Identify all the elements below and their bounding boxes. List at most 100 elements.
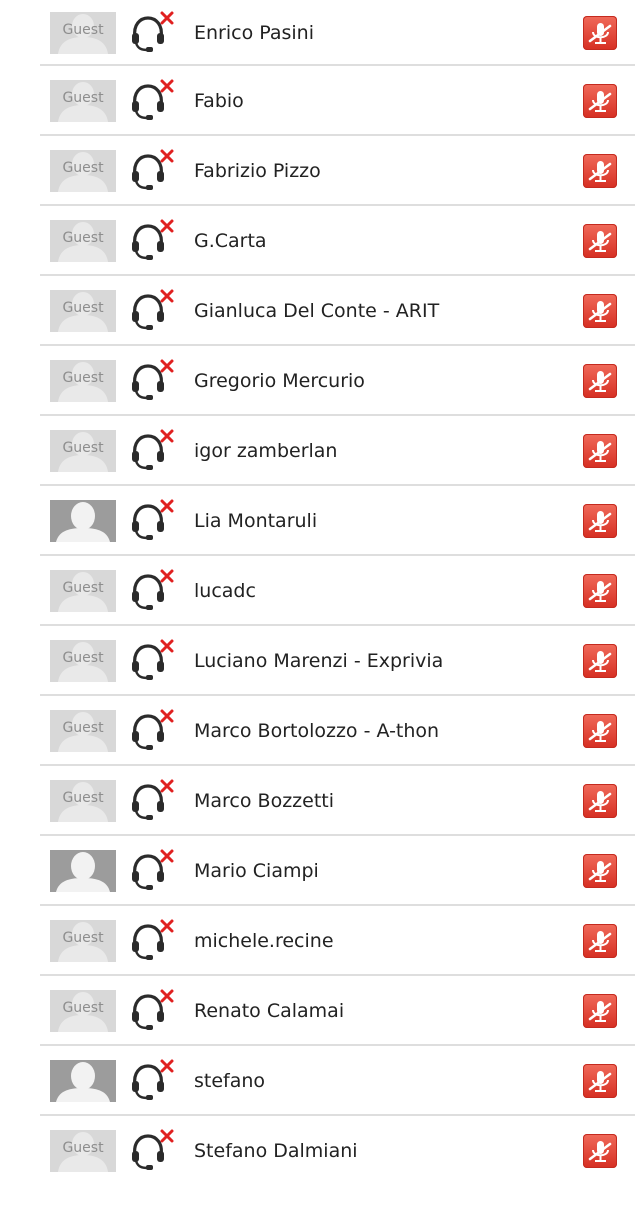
- participant-row[interactable]: Guest Gianluca Del Conte - ARIT: [0, 276, 635, 346]
- guest-label: Guest: [62, 1140, 104, 1156]
- participant-row[interactable]: Guest Marco Bortolozzo - A-thon: [0, 696, 635, 766]
- guest-label: Guest: [62, 230, 104, 246]
- headset-disconnected-icon: [126, 637, 178, 683]
- guest-avatar: Guest: [50, 150, 116, 192]
- participant-name: igor zamberlan: [194, 440, 338, 462]
- mute-microphone-button[interactable]: [583, 16, 617, 50]
- guest-label: Guest: [62, 1000, 104, 1016]
- participant-row[interactable]: Guest lucadc: [0, 556, 635, 626]
- participant-row[interactable]: Guest Fabio: [0, 66, 635, 136]
- guest-avatar: Guest: [50, 1130, 116, 1172]
- headset-disconnected-icon: [126, 147, 178, 193]
- guest-avatar: Guest: [50, 360, 116, 402]
- participant-name: Mario Ciampi: [194, 860, 319, 882]
- mute-microphone-button[interactable]: [583, 714, 617, 748]
- participant-row[interactable]: Guest Fabrizio Pizzo: [0, 136, 635, 206]
- headset-disconnected-icon: [126, 287, 178, 333]
- participant-row[interactable]: Guest Gregorio Mercurio: [0, 346, 635, 416]
- participant-row[interactable]: Lia Montaruli: [0, 486, 635, 556]
- participant-name: Lia Montaruli: [194, 510, 318, 532]
- mute-microphone-button[interactable]: [583, 504, 617, 538]
- participant-row[interactable]: Guest Marco Bozzetti: [0, 766, 635, 836]
- mic-muted-icon: [588, 1141, 612, 1162]
- headset-disconnected-icon: [126, 77, 178, 123]
- guest-avatar: Guest: [50, 640, 116, 682]
- headset-disconnected-icon: [126, 9, 178, 55]
- participant-row[interactable]: Mario Ciampi: [0, 836, 635, 906]
- headset-disconnected-icon: [126, 1057, 178, 1103]
- mute-microphone-button[interactable]: [583, 224, 617, 258]
- mic-muted-icon: [588, 651, 612, 672]
- participant-row[interactable]: Guest Renato Calamai: [0, 976, 635, 1046]
- mic-muted-icon: [588, 931, 612, 952]
- mic-muted-icon: [588, 231, 612, 252]
- participant-name: Enrico Pasini: [194, 22, 314, 44]
- participant-name: Luciano Marenzi - Exprivia: [194, 650, 444, 672]
- mute-microphone-button[interactable]: [583, 574, 617, 608]
- guest-label: Guest: [62, 650, 104, 666]
- participant-name: Gianluca Del Conte - ARIT: [194, 300, 440, 322]
- participant-row[interactable]: Guest G.Carta: [0, 206, 635, 276]
- guest-label: Guest: [62, 720, 104, 736]
- mute-microphone-button[interactable]: [583, 154, 617, 188]
- mic-muted-icon: [588, 91, 612, 112]
- mute-microphone-button[interactable]: [583, 364, 617, 398]
- guest-avatar: Guest: [50, 12, 116, 54]
- participant-name: Marco Bortolozzo - A-thon: [194, 720, 440, 742]
- mic-muted-icon: [588, 371, 612, 392]
- guest-avatar: Guest: [50, 780, 116, 822]
- mute-microphone-button[interactable]: [583, 294, 617, 328]
- participant-name: lucadc: [194, 580, 256, 602]
- guest-label: Guest: [62, 930, 104, 946]
- participant-row[interactable]: stefano: [0, 1046, 635, 1116]
- headset-disconnected-icon: [126, 1127, 178, 1173]
- mute-microphone-button[interactable]: [583, 644, 617, 678]
- participant-row[interactable]: Guest Stefano Dalmiani: [0, 1116, 635, 1186]
- user-avatar: [50, 850, 116, 892]
- mic-muted-icon: [588, 581, 612, 602]
- mic-muted-icon: [588, 791, 612, 812]
- participant-row[interactable]: Guest Enrico Pasini: [0, 0, 635, 66]
- participant-row[interactable]: Guest Luciano Marenzi - Exprivia: [0, 626, 635, 696]
- guest-avatar: Guest: [50, 920, 116, 962]
- mute-microphone-button[interactable]: [583, 1134, 617, 1168]
- user-avatar: [50, 500, 116, 542]
- headset-disconnected-icon: [126, 987, 178, 1033]
- mute-microphone-button[interactable]: [583, 434, 617, 468]
- headset-disconnected-icon: [126, 217, 178, 263]
- mute-microphone-button[interactable]: [583, 1064, 617, 1098]
- headset-disconnected-icon: [126, 917, 178, 963]
- headset-disconnected-icon: [126, 567, 178, 613]
- guest-avatar: Guest: [50, 290, 116, 332]
- participant-name: G.Carta: [194, 230, 267, 252]
- headset-disconnected-icon: [126, 427, 178, 473]
- participant-list: Guest Enrico Pasini Guest Fabio Guest Fa…: [0, 0, 635, 1186]
- mic-muted-icon: [588, 161, 612, 182]
- guest-avatar: Guest: [50, 80, 116, 122]
- mic-muted-icon: [588, 301, 612, 322]
- mic-muted-icon: [588, 861, 612, 882]
- participant-name: Fabio: [194, 90, 244, 112]
- mute-microphone-button[interactable]: [583, 994, 617, 1028]
- headset-disconnected-icon: [126, 357, 178, 403]
- headset-disconnected-icon: [126, 497, 178, 543]
- participant-row[interactable]: Guest michele.recine: [0, 906, 635, 976]
- guest-label: Guest: [62, 90, 104, 106]
- mic-muted-icon: [588, 721, 612, 742]
- guest-label: Guest: [62, 580, 104, 596]
- user-avatar: [50, 1060, 116, 1102]
- participant-name: Renato Calamai: [194, 1000, 345, 1022]
- guest-avatar: Guest: [50, 570, 116, 612]
- participant-name: Gregorio Mercurio: [194, 370, 365, 392]
- guest-avatar: Guest: [50, 430, 116, 472]
- mute-microphone-button[interactable]: [583, 854, 617, 888]
- guest-label: Guest: [62, 790, 104, 806]
- participant-row[interactable]: Guest igor zamberlan: [0, 416, 635, 486]
- guest-label: Guest: [62, 370, 104, 386]
- mute-microphone-button[interactable]: [583, 924, 617, 958]
- mic-muted-icon: [588, 23, 612, 44]
- guest-avatar: Guest: [50, 220, 116, 262]
- mute-microphone-button[interactable]: [583, 784, 617, 818]
- participant-name: michele.recine: [194, 930, 334, 952]
- mute-microphone-button[interactable]: [583, 84, 617, 118]
